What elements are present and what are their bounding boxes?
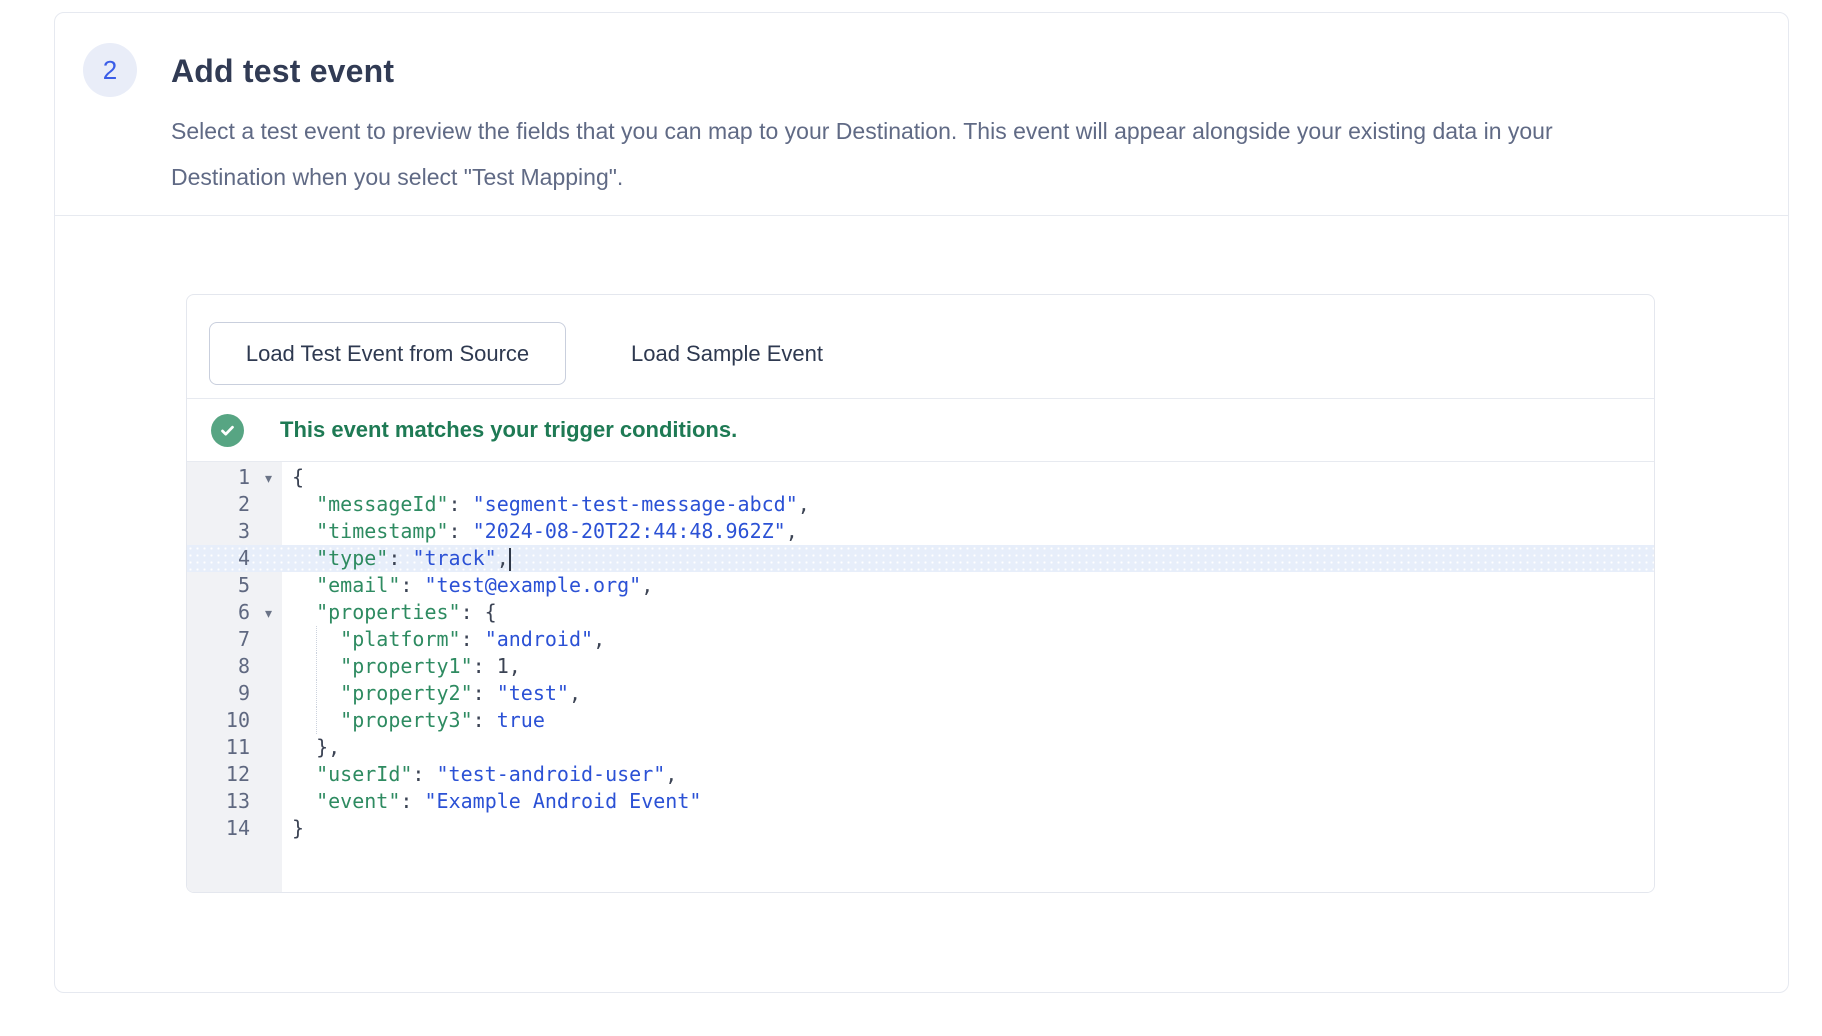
code-line-11[interactable]: 11 }, — [187, 734, 1654, 761]
code-line-content: "property1": 1, — [282, 653, 1654, 680]
step-number-badge: 2 — [83, 43, 137, 97]
gutter-cell: 1▾ — [187, 464, 282, 491]
load-sample-event-button[interactable]: Load Sample Event — [621, 322, 833, 385]
code-line-content: "userId": "test-android-user", — [282, 761, 1654, 788]
line-number: 3 — [187, 518, 282, 545]
gutter-cell: 9 — [187, 680, 282, 707]
line-number: 13 — [187, 788, 282, 815]
line-number: 10 — [187, 707, 282, 734]
fold-toggle-icon[interactable]: ▾ — [265, 600, 272, 627]
code-line-content: "platform": "android", — [282, 626, 1654, 653]
text-cursor — [509, 548, 511, 571]
indent-guide — [316, 707, 317, 734]
code-line-7[interactable]: 7 "platform": "android", — [187, 626, 1654, 653]
add-test-event-card: 2 Add test event Select a test event to … — [54, 12, 1789, 993]
page-title: Add test event — [171, 53, 394, 90]
code-line-3[interactable]: 3 "timestamp": "2024-08-20T22:44:48.962Z… — [187, 518, 1654, 545]
code-line-12[interactable]: 12 "userId": "test-android-user", — [187, 761, 1654, 788]
gutter-cell: 7 — [187, 626, 282, 653]
code-line-content: { — [282, 464, 1654, 491]
line-number: 8 — [187, 653, 282, 680]
line-number: 2 — [187, 491, 282, 518]
line-number: 11 — [187, 734, 282, 761]
code-line-6[interactable]: 6▾ "properties": { — [187, 599, 1654, 626]
check-circle-icon — [211, 414, 244, 447]
header-divider — [55, 215, 1788, 216]
code-line-content: }, — [282, 734, 1654, 761]
line-number: 14 — [187, 815, 282, 842]
gutter-cell: 13 — [187, 788, 282, 815]
code-line-content: "email": "test@example.org", — [282, 572, 1654, 599]
code-line-content: "property2": "test", — [282, 680, 1654, 707]
code-line-content: "property3": true — [282, 707, 1654, 734]
code-line-content: "event": "Example Android Event" — [282, 788, 1654, 815]
code-line-2[interactable]: 2 "messageId": "segment-test-message-abc… — [187, 491, 1654, 518]
step-number: 2 — [103, 55, 117, 86]
line-number: 12 — [187, 761, 282, 788]
line-number: 7 — [187, 626, 282, 653]
code-lines: 1▾{2 "messageId": "segment-test-message-… — [187, 462, 1654, 842]
code-line-9[interactable]: 9 "property2": "test", — [187, 680, 1654, 707]
code-line-1[interactable]: 1▾{ — [187, 464, 1654, 491]
gutter-cell: 2 — [187, 491, 282, 518]
code-line-content: "messageId": "segment-test-message-abcd"… — [282, 491, 1654, 518]
code-line-10[interactable]: 10 "property3": true — [187, 707, 1654, 734]
gutter-cell: 4 — [187, 545, 282, 572]
code-line-14[interactable]: 14} — [187, 815, 1654, 842]
step-description-line1: Select a test event to preview the field… — [171, 108, 1553, 154]
indent-guide — [316, 680, 317, 707]
page: { "colors": { "accent_blue": "#3a5de8", … — [0, 0, 1822, 1036]
gutter-cell: 5 — [187, 572, 282, 599]
gutter-cell: 11 — [187, 734, 282, 761]
code-line-13[interactable]: 13 "event": "Example Android Event" — [187, 788, 1654, 815]
line-number: 4 — [187, 545, 282, 572]
gutter-cell: 12 — [187, 761, 282, 788]
gutter-cell: 14 — [187, 815, 282, 842]
load-test-event-button[interactable]: Load Test Event from Source — [209, 322, 566, 385]
step-description-line2: Destination when you select "Test Mappin… — [171, 154, 1553, 200]
line-number: 5 — [187, 572, 282, 599]
trigger-match-status: This event matches your trigger conditio… — [187, 399, 1654, 462]
step-description: Select a test event to preview the field… — [171, 108, 1553, 200]
code-line-content: "timestamp": "2024-08-20T22:44:48.962Z", — [282, 518, 1654, 545]
gutter-cell: 8 — [187, 653, 282, 680]
event-source-toolbar: Load Test Event from Source Load Sample … — [187, 295, 1654, 399]
code-line-8[interactable]: 8 "property1": 1, — [187, 653, 1654, 680]
gutter-cell: 10 — [187, 707, 282, 734]
status-message: This event matches your trigger conditio… — [280, 417, 737, 443]
code-line-content: "properties": { — [282, 599, 1654, 626]
gutter-cell: 6▾ — [187, 599, 282, 626]
indent-guide — [316, 626, 317, 653]
code-line-4[interactable]: 4 "type": "track", — [187, 545, 1654, 572]
gutter-cell: 3 — [187, 518, 282, 545]
code-line-5[interactable]: 5 "email": "test@example.org", — [187, 572, 1654, 599]
fold-toggle-icon[interactable]: ▾ — [265, 465, 272, 492]
indent-guide — [316, 653, 317, 680]
json-code-editor[interactable]: 1▾{2 "messageId": "segment-test-message-… — [187, 462, 1654, 892]
test-event-panel: Load Test Event from Source Load Sample … — [186, 294, 1655, 893]
code-line-content: "type": "track", — [282, 545, 1654, 572]
code-line-content: } — [282, 815, 1654, 842]
line-number: 9 — [187, 680, 282, 707]
